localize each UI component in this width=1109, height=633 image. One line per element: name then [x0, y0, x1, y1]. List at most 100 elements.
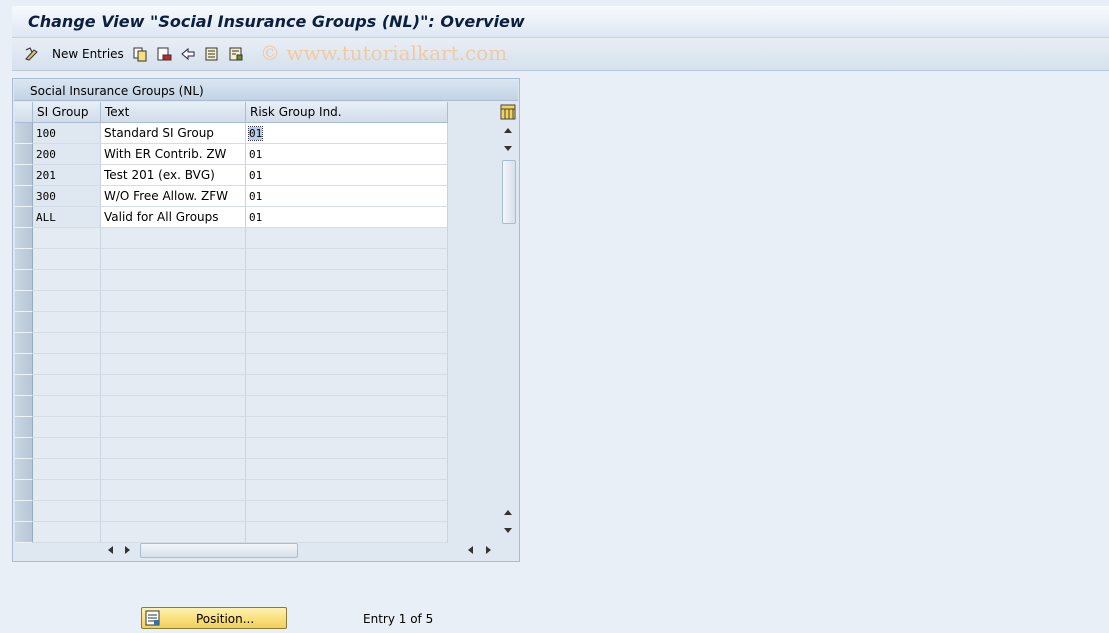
si-group-cell[interactable]: [33, 480, 101, 501]
risk-group-field[interactable]: 01: [246, 123, 448, 144]
risk-group-field[interactable]: [246, 249, 448, 270]
risk-group-field[interactable]: 01: [246, 144, 448, 165]
scroll-right-icon[interactable]: [125, 546, 130, 554]
text-cell: [101, 312, 246, 333]
row-selector[interactable]: [15, 417, 33, 438]
edit-toggle-icon[interactable]: [24, 46, 40, 62]
risk-group-value[interactable]: 01: [247, 126, 264, 141]
si-group-cell[interactable]: [33, 501, 101, 522]
scroll-down-icon[interactable]: [504, 528, 512, 533]
row-selector[interactable]: [15, 459, 33, 480]
row-selector[interactable]: [15, 312, 33, 333]
row-selector[interactable]: [15, 165, 33, 186]
risk-group-field[interactable]: [246, 396, 448, 417]
scroll-left-icon[interactable]: [468, 546, 473, 554]
risk-group-field[interactable]: 01: [246, 165, 448, 186]
vertical-scroll-thumb[interactable]: [502, 160, 516, 224]
si-group-cell[interactable]: [33, 438, 101, 459]
select-all-header[interactable]: [15, 102, 33, 123]
text-cell: With ER Contrib. ZW: [101, 144, 246, 165]
risk-group-field[interactable]: [246, 522, 448, 543]
risk-group-field[interactable]: [246, 501, 448, 522]
row-selector[interactable]: [15, 354, 33, 375]
table-row: [15, 480, 448, 501]
risk-group-field[interactable]: [246, 480, 448, 501]
scroll-left-icon[interactable]: [108, 546, 113, 554]
select-all-icon[interactable]: [204, 46, 220, 62]
table-row: [15, 459, 448, 480]
risk-group-field[interactable]: [246, 333, 448, 354]
delete-icon[interactable]: [156, 46, 172, 62]
column-header-risk-group[interactable]: Risk Group Ind.: [246, 102, 448, 123]
row-selector[interactable]: [15, 249, 33, 270]
si-group-cell[interactable]: [33, 522, 101, 543]
scroll-right-icon[interactable]: [486, 546, 491, 554]
risk-group-field[interactable]: [246, 354, 448, 375]
deselect-all-icon[interactable]: [228, 46, 244, 62]
row-selector[interactable]: [15, 480, 33, 501]
scroll-page-down-icon[interactable]: [504, 146, 512, 151]
risk-group-field[interactable]: [246, 375, 448, 396]
row-selector[interactable]: [15, 333, 33, 354]
table-row: [15, 354, 448, 375]
risk-group-field[interactable]: [246, 459, 448, 480]
si-group-cell[interactable]: [33, 333, 101, 354]
row-selector[interactable]: [15, 501, 33, 522]
scroll-up-icon[interactable]: [504, 128, 512, 133]
si-group-cell[interactable]: [33, 228, 101, 249]
risk-group-field[interactable]: 01: [246, 186, 448, 207]
si-group-cell: 201: [33, 165, 101, 186]
table-row: [15, 522, 448, 543]
entry-counter: Entry 1 of 5: [363, 612, 434, 626]
row-selector[interactable]: [15, 396, 33, 417]
text-cell: Test 201 (ex. BVG): [101, 165, 246, 186]
scroll-page-up-icon[interactable]: [504, 510, 512, 515]
table-row: [15, 417, 448, 438]
horizontal-scroll-thumb[interactable]: [140, 543, 298, 558]
text-cell: [101, 249, 246, 270]
row-selector[interactable]: [15, 375, 33, 396]
table-row: 100 Standard SI Group 01: [15, 123, 448, 144]
new-entries-button[interactable]: New Entries: [52, 47, 124, 61]
row-selector[interactable]: [15, 522, 33, 543]
risk-group-field[interactable]: [246, 228, 448, 249]
copy-icon[interactable]: [132, 46, 148, 62]
text-cell: [101, 270, 246, 291]
risk-group-field[interactable]: [246, 417, 448, 438]
si-group-cell[interactable]: [33, 354, 101, 375]
si-group-cell[interactable]: [33, 312, 101, 333]
table-settings-icon[interactable]: [500, 104, 516, 120]
risk-group-field[interactable]: [246, 291, 448, 312]
row-selector[interactable]: [15, 144, 33, 165]
text-cell: Standard SI Group: [101, 123, 246, 144]
risk-group-field[interactable]: [246, 438, 448, 459]
risk-group-field[interactable]: [246, 270, 448, 291]
table-row: 201 Test 201 (ex. BVG) 01: [15, 165, 448, 186]
risk-group-field[interactable]: [246, 312, 448, 333]
table-row: [15, 396, 448, 417]
row-selector[interactable]: [15, 186, 33, 207]
si-group-cell[interactable]: [33, 396, 101, 417]
row-selector[interactable]: [15, 291, 33, 312]
position-button[interactable]: Position...: [141, 607, 287, 629]
position-button-label: Position...: [196, 612, 255, 626]
row-selector[interactable]: [15, 438, 33, 459]
column-header-si-group[interactable]: SI Group: [33, 102, 101, 123]
risk-group-field[interactable]: 01: [246, 207, 448, 228]
si-group-cell[interactable]: [33, 249, 101, 270]
si-group-cell[interactable]: [33, 459, 101, 480]
si-group-cell[interactable]: [33, 291, 101, 312]
row-selector[interactable]: [15, 228, 33, 249]
row-selector[interactable]: [15, 270, 33, 291]
column-header-text[interactable]: Text: [101, 102, 246, 123]
row-selector[interactable]: [15, 207, 33, 228]
si-group-cell[interactable]: [33, 375, 101, 396]
undo-icon[interactable]: [180, 46, 196, 62]
si-group-cell: 200: [33, 144, 101, 165]
row-selector[interactable]: [15, 123, 33, 144]
si-group-cell[interactable]: [33, 417, 101, 438]
text-cell: [101, 375, 246, 396]
page-title: Change View "Social Insurance Groups (NL…: [28, 12, 525, 31]
si-group-cell: ALL: [33, 207, 101, 228]
si-group-cell[interactable]: [33, 270, 101, 291]
